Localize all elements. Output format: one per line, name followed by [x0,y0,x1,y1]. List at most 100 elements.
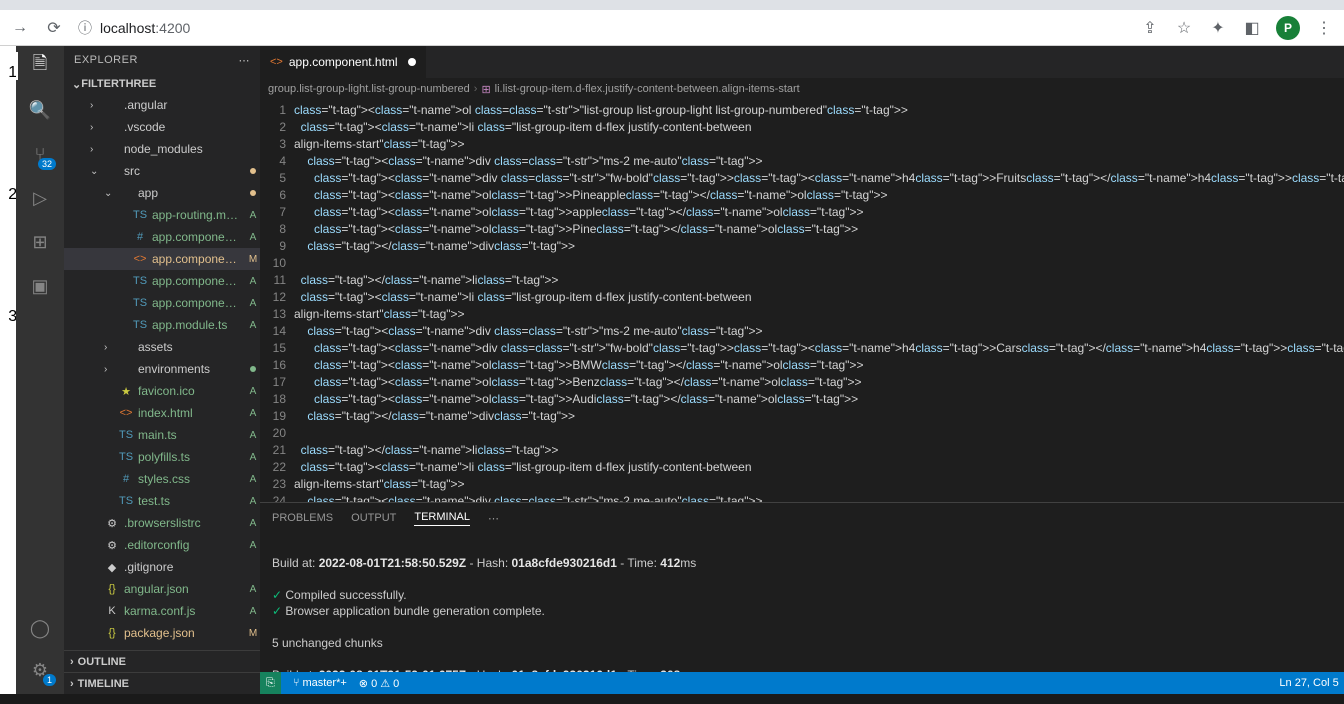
folder-row[interactable]: ⌄app [64,182,260,204]
file-row[interactable]: Kkarma.conf.jsA [64,600,260,622]
file-row[interactable]: TSmain.tsA [64,424,260,446]
address-bar[interactable]: ⓘ localhost:4200 [78,18,190,38]
file-tree: ›.angular›.vscode›node_modules⌄src⌄appTS… [64,94,260,650]
file-icon: ★ [118,385,134,398]
source-control-icon[interactable]: ⑂32 [28,142,52,166]
file-row[interactable]: {}package.jsonM [64,622,260,644]
code-content[interactable]: class="t-tag"><class="t-name">ol class=c… [294,100,1344,502]
cursor-position[interactable]: Ln 27, Col 5 [1279,677,1338,690]
panel-more[interactable]: ⋯ [488,512,499,525]
file-row[interactable]: ◆ .gitignore [64,556,260,578]
file-row[interactable]: TStest.tsA [64,490,260,512]
file-name: .gitignore [124,560,242,574]
file-name: app.component.ts [152,274,242,288]
git-branch[interactable]: ⑂ master*+ [293,677,347,689]
browser-toolbar: → ⟳ ⓘ localhost:4200 ⇪ ☆ ✦ ◧ P ⋮ [0,10,1344,46]
timeline-section[interactable]: ›TIMELINE [64,672,260,694]
file-name: package.json [124,626,242,640]
editor-tab[interactable]: <> app.component.html [260,46,427,78]
profile-avatar[interactable]: P [1276,16,1300,40]
file-row[interactable]: <>app.component.htmlM [64,248,260,270]
activity-bar: 🗎 🔍 ⑂32 ▷ ⊞ ▣ ◯ ⚙1 [16,46,64,694]
file-row[interactable]: TS app.component.ts A [64,270,260,292]
file-name: app.component.html [152,252,242,266]
git-status: A [246,496,260,507]
file-name: .editorconfig [124,538,242,552]
file-row[interactable]: TSapp-routing.module.tsA [64,204,260,226]
terminal-content[interactable]: Build at: 2022-08-01T21:58:50.529Z - Has… [260,533,1344,672]
file-icon: TS [132,275,148,287]
file-name: karma.conf.js [124,604,242,618]
file-row[interactable]: TSapp.module.tsA [64,314,260,336]
page-content: FruitsPineappleapplePineCarsBMWBenzAudiC… [0,46,16,694]
chevron-down-icon: ⌄ [72,78,81,91]
file-row[interactable]: TSpolyfills.tsA [64,446,260,468]
git-status: A [246,276,260,287]
line-gutter: 1234567891011121314151617181920212223242… [260,100,294,502]
url-host: localhost [100,20,155,36]
file-icon: # [118,473,134,485]
terminal-tab[interactable]: TERMINAL [414,511,470,526]
file-row[interactable]: {}angular.jsonA [64,578,260,600]
explorer-title: EXPLORER [74,54,138,66]
folder-row[interactable]: ›.angular [64,94,260,116]
project-root[interactable]: ⌄ FILTERTHREE [64,74,260,94]
share-icon[interactable]: ⇪ [1140,18,1160,38]
code-editor[interactable]: 1234567891011121314151617181920212223242… [260,100,1344,502]
dirty-indicator [408,58,416,66]
file-icon: <> [118,407,134,419]
menu-icon[interactable]: ⋮ [1314,18,1334,38]
file-row[interactable]: ⚙.browserslistrcA [64,512,260,534]
remote-status-icon[interactable]: ⎘ [260,672,281,694]
file-row[interactable]: #styles.cssA [64,468,260,490]
gear-icon[interactable]: ⚙1 [28,658,52,682]
editor-group: <> app.component.html group.list-group-l… [260,46,1344,694]
account-icon[interactable]: ◯ [28,616,52,640]
file-icon: # [132,231,148,243]
file-row[interactable]: <>index.htmlA [64,402,260,424]
browser-tab-strip [0,0,1344,10]
folder-row[interactable]: ›node_modules [64,138,260,160]
explorer-icon[interactable]: 🗎 [28,54,52,78]
git-status [246,166,260,177]
folder-row[interactable]: ⌄src [64,160,260,182]
star-icon[interactable]: ☆ [1174,18,1194,38]
file-icon: TS [118,451,134,463]
search-icon[interactable]: 🔍 [28,98,52,122]
explorer-more-icon[interactable]: ⋯ [239,54,251,67]
file-row[interactable]: TSapp.component.spec.tsA [64,292,260,314]
breadcrumb[interactable]: group.list-group-light.list-group-number… [260,78,1344,100]
remote-icon[interactable]: ▣ [28,274,52,298]
extensions-icon[interactable]: ✦ [1208,18,1228,38]
file-name: src [124,164,242,178]
file-row[interactable]: ⚙ .editorconfig A [64,534,260,556]
file-name: index.html [138,406,242,420]
file-name: app.module.ts [152,318,242,332]
file-icon: ⚙ [104,539,120,552]
file-name: app.component.spec.ts [152,296,242,310]
folder-row[interactable]: ›.vscode [64,116,260,138]
debug-icon[interactable]: ▷ [28,186,52,210]
file-name: angular.json [124,582,242,596]
forward-icon[interactable]: → [10,18,30,38]
git-status: A [246,210,260,221]
file-icon: TS [132,297,148,309]
file-icon: ⚙ [104,517,120,530]
output-tab[interactable]: OUTPUT [351,512,396,524]
git-status: A [246,540,260,551]
file-row[interactable]: #app.component.cssA [64,226,260,248]
problems-tab[interactable]: PROBLEMS [272,512,333,524]
sidepanel-icon[interactable]: ◧ [1242,18,1262,38]
file-icon: {} [104,627,120,639]
reload-icon[interactable]: ⟳ [44,18,64,38]
problems-status[interactable]: ⊗ 0 ⚠ 0 [359,677,399,690]
folder-row[interactable]: ›environments [64,358,260,380]
extensions-panel-icon[interactable]: ⊞ [28,230,52,254]
file-name: node_modules [124,142,242,156]
file-row[interactable]: ★favicon.icoA [64,380,260,402]
panel-tabs: PROBLEMS OUTPUT TERMINAL ⋯ 1: node⌄ ＋ ◫ … [260,503,1344,533]
file-icon: <> [132,253,148,265]
file-icon: ◆ [104,561,120,574]
outline-section[interactable]: ›OUTLINE [64,650,260,672]
folder-row[interactable]: ›assets [64,336,260,358]
